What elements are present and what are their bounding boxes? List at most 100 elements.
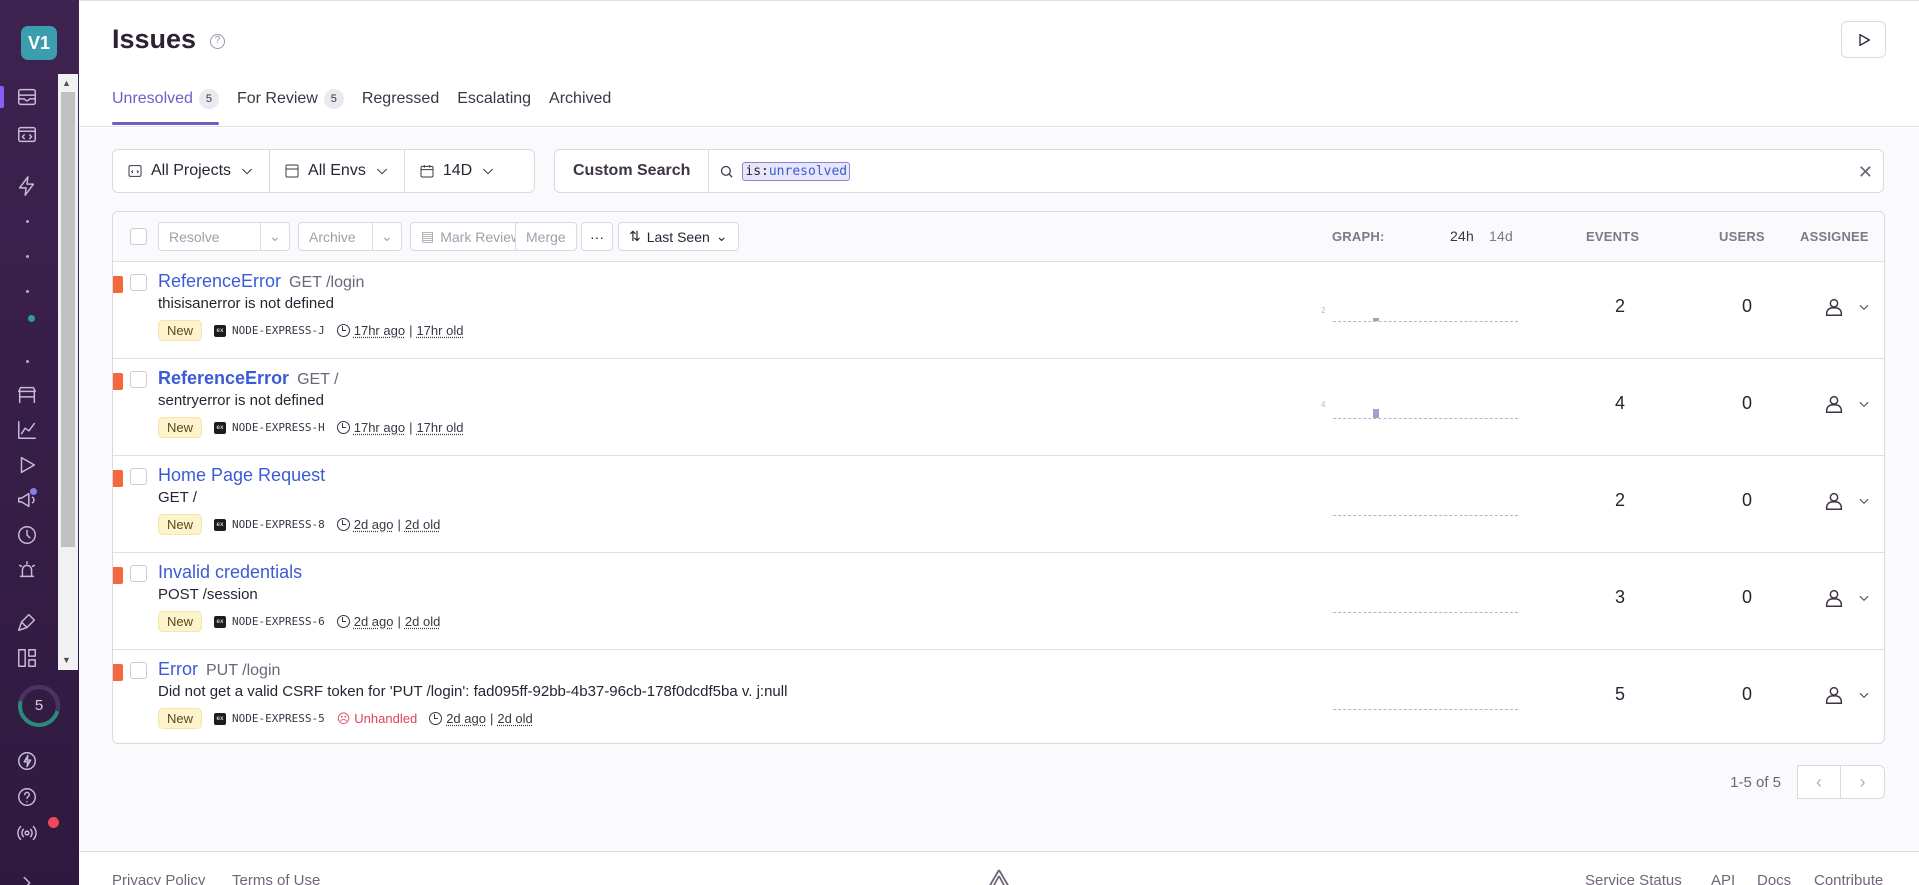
project-tag[interactable]: ex NODE-EXPRESS-8 [214,518,325,531]
event-graph[interactable] [1333,308,1518,322]
project-tag[interactable]: ex NODE-EXPRESS-6 [214,615,325,628]
custom-search-button[interactable]: Custom Search [555,150,710,192]
table-row[interactable]: ReferenceError GET /login thisisanerror i… [113,262,1884,359]
org-avatar[interactable]: V1 [21,26,57,60]
event-graph[interactable] [1333,502,1518,516]
last-seen[interactable]: 2d ago [354,614,394,629]
search-token[interactable]: is:unresolved [742,161,851,181]
privacy-link[interactable]: Privacy Policy [112,872,205,885]
alerts-icon[interactable] [14,557,40,583]
assignee-selector[interactable] [1823,393,1871,415]
nav-dot[interactable] [26,360,29,363]
tab-archived[interactable]: Archived [549,89,611,123]
discover-icon[interactable] [14,417,40,443]
last-seen[interactable]: 17hr ago [354,323,405,338]
event-graph[interactable] [1333,599,1518,613]
graph-24h-toggle[interactable]: 24h [1450,228,1474,244]
broadcast-icon[interactable] [14,820,40,846]
issue-title-link[interactable]: ReferenceError GET /login [158,271,364,292]
row-checkbox[interactable] [130,274,147,291]
tab-unresolved[interactable]: Unresolved 5 [112,89,219,125]
scroll-down-icon[interactable]: ▼ [62,655,71,665]
collapse-icon[interactable] [14,870,40,885]
table-row[interactable]: Home Page Request GET / New ex NODE-EXPRE… [113,456,1884,553]
service-status-link[interactable]: Service Status [1585,872,1682,885]
nav-dot[interactable] [26,255,29,258]
event-graph[interactable] [1333,696,1518,710]
project-tag[interactable]: ex NODE-EXPRESS-H [214,421,325,434]
last-seen[interactable]: 2d ago [446,711,486,726]
resolve-button[interactable]: Resolve [158,222,261,251]
whats-new-icon[interactable] [14,748,40,774]
table-row[interactable]: ReferenceError GET / sentryerror is not d… [113,359,1884,456]
assignee-selector[interactable] [1823,296,1871,318]
first-seen[interactable]: 2d old [405,517,440,532]
merge-button[interactable]: Merge [515,222,577,251]
users-header[interactable]: USERS [1719,229,1765,244]
tab-regressed[interactable]: Regressed [362,89,439,123]
projects-icon[interactable] [14,121,40,147]
row-checkbox[interactable] [130,371,147,388]
scroll-up-icon[interactable]: ▲ [62,78,71,88]
assignee-selector[interactable] [1823,684,1871,706]
performance-icon[interactable] [14,173,40,199]
stats-icon[interactable] [14,645,40,671]
last-seen[interactable]: 2d ago [354,517,394,532]
first-seen[interactable]: 2d old [497,711,532,726]
events-count[interactable]: 3 [1615,587,1625,608]
users-count[interactable]: 0 [1742,296,1752,317]
project-tag[interactable]: ex NODE-EXPRESS-5 [214,712,325,725]
prev-page-button[interactable]: ‹ [1797,765,1841,799]
nav-dot[interactable] [26,290,29,293]
users-count[interactable]: 0 [1742,587,1752,608]
play-button[interactable] [1841,21,1886,58]
issue-title-link[interactable]: Error PUT /login [158,659,280,680]
events-count[interactable]: 5 [1615,684,1625,705]
row-checkbox[interactable] [130,662,147,679]
first-seen[interactable]: 17hr old [416,323,463,338]
search-query[interactable]: is:unresolved [719,161,851,181]
tab-for-review[interactable]: For Review 5 [237,89,344,123]
nav-dot[interactable] [26,220,29,223]
table-row[interactable]: Error PUT /login Did not get a valid CSRF… [113,650,1884,743]
issue-title-link[interactable]: ReferenceError GET / [158,368,339,389]
date-filter-button[interactable]: 14D [405,150,510,192]
first-seen[interactable]: 17hr old [416,420,463,435]
tab-escalating[interactable]: Escalating [457,89,531,123]
issues-icon[interactable] [14,84,40,110]
row-checkbox[interactable] [130,565,147,582]
events-count[interactable]: 2 [1615,490,1625,511]
first-seen[interactable]: 2d old [405,614,440,629]
api-link[interactable]: API [1711,872,1735,885]
archive-options-button[interactable]: ⌄ [372,222,402,251]
users-count[interactable]: 0 [1742,684,1752,705]
select-all-checkbox[interactable] [130,228,147,245]
clear-search-icon[interactable]: ✕ [1858,162,1873,183]
table-row[interactable]: Invalid credentials POST /session New ex… [113,553,1884,650]
issue-title-link[interactable]: Home Page Request [158,465,325,486]
resolve-options-button[interactable]: ⌄ [260,222,290,251]
users-count[interactable]: 0 [1742,393,1752,414]
dashboards-icon[interactable] [14,382,40,408]
env-filter-button[interactable]: All Envs [270,150,405,192]
question-icon[interactable]: ? [210,34,225,49]
events-count[interactable]: 4 [1615,393,1625,414]
terms-link[interactable]: Terms of Use [232,872,320,885]
settings-icon[interactable] [14,609,40,635]
docs-link[interactable]: Docs [1757,872,1791,885]
project-filter-button[interactable]: All Projects [113,150,271,192]
scrollbar-thumb[interactable] [61,92,75,547]
issue-title-link[interactable]: Invalid credentials [158,562,302,583]
releases-icon[interactable] [14,522,40,548]
events-header[interactable]: EVENTS [1586,229,1639,244]
replays-icon[interactable] [14,452,40,478]
archive-button[interactable]: Archive [298,222,373,251]
sort-button[interactable]: ⇅ Last Seen ⌄ [618,222,739,251]
users-count[interactable]: 0 [1742,490,1752,511]
more-actions-button[interactable]: ··· [581,222,613,251]
assignee-selector[interactable] [1823,587,1871,609]
project-tag[interactable]: ex NODE-EXPRESS-J [214,324,325,337]
contribute-link[interactable]: Contribute [1814,872,1883,885]
assignee-selector[interactable] [1823,490,1871,512]
events-count[interactable]: 2 [1615,296,1625,317]
